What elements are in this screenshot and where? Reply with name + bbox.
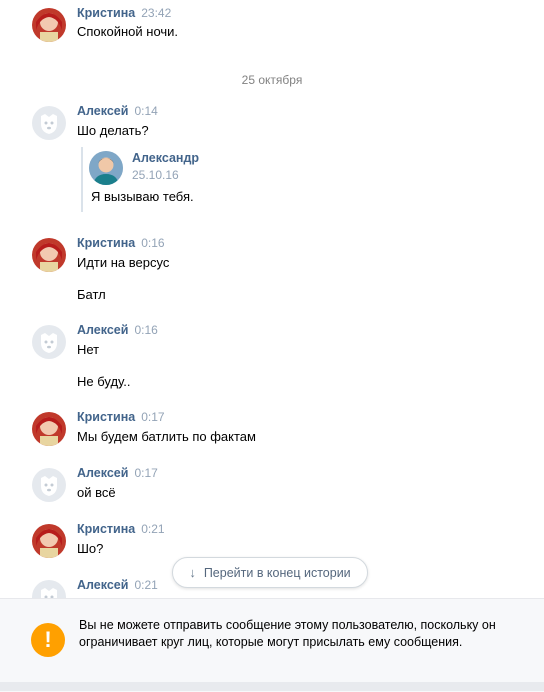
arrow-down-icon: ↓ — [189, 565, 196, 580]
forwarded-message: Александр 25.10.16 Я вызываю тебя. — [81, 147, 283, 212]
message-text: Шо? — [77, 541, 104, 556]
goto-end-button[interactable]: ↓ Перейти в конец истории — [172, 557, 368, 588]
message-text: ой всё — [77, 485, 116, 500]
message-time[interactable]: 0:16 — [141, 236, 164, 250]
message-time[interactable]: 0:17 — [141, 410, 164, 424]
message-author[interactable]: Алексей 0:21 — [77, 578, 158, 592]
date-separator: 25 октября — [241, 73, 303, 87]
message-text: Мы будем батлить по фактам — [77, 429, 256, 444]
avatar-kristina[interactable] — [32, 524, 66, 558]
message-author[interactable]: Кристина 0:21 — [77, 522, 165, 536]
forwarded-author[interactable]: Александр — [132, 151, 199, 165]
avatar-kristina[interactable] — [32, 238, 66, 272]
message-time[interactable]: 0:21 — [134, 578, 157, 592]
goto-end-label: Перейти в конец истории — [203, 565, 351, 580]
message-author[interactable]: Кристина 23:42 — [77, 6, 171, 20]
message-text: Шо делать? — [77, 123, 149, 138]
message-text: Нет — [77, 342, 100, 357]
forwarded-date[interactable]: 25.10.16 — [132, 168, 179, 182]
message-text: Спокойной ночи. — [77, 24, 179, 39]
avatar-kristina[interactable] — [32, 8, 66, 42]
avatar-aleksandr[interactable] — [89, 151, 123, 185]
message-author[interactable]: Алексей 0:14 — [77, 104, 158, 118]
message-text: Идти на версус — [77, 255, 170, 270]
message-text: Не буду.. — [77, 374, 131, 389]
avatar-aleksey[interactable] — [32, 106, 66, 140]
bottom-divider — [0, 682, 544, 691]
message-time[interactable]: 23:42 — [141, 6, 171, 20]
message-author[interactable]: Алексей 0:16 — [77, 323, 158, 337]
warning-icon: ! — [31, 623, 65, 657]
message-text: Батл — [77, 287, 106, 302]
message-author[interactable]: Кристина 0:16 — [77, 236, 165, 250]
message-history[interactable]: Кристина 23:42 Спокойной ночи. 25 октября… — [0, 0, 544, 598]
message-time[interactable]: 0:16 — [134, 323, 157, 337]
message-time[interactable]: 0:17 — [134, 466, 157, 480]
avatar-aleksey[interactable] — [32, 580, 66, 598]
message-author[interactable]: Алексей 0:17 — [77, 466, 158, 480]
avatar-kristina[interactable] — [32, 412, 66, 446]
avatar-aleksey[interactable] — [32, 325, 66, 359]
message-time[interactable]: 0:14 — [134, 104, 157, 118]
message-author[interactable]: Кристина 0:17 — [77, 410, 165, 424]
forwarded-text: Я вызываю тебя. — [91, 189, 194, 204]
avatar-aleksey[interactable] — [32, 468, 66, 502]
blocked-notice-text: Вы не можете отправить сообщение этому п… — [79, 618, 496, 649]
message-time[interactable]: 0:21 — [141, 522, 164, 536]
